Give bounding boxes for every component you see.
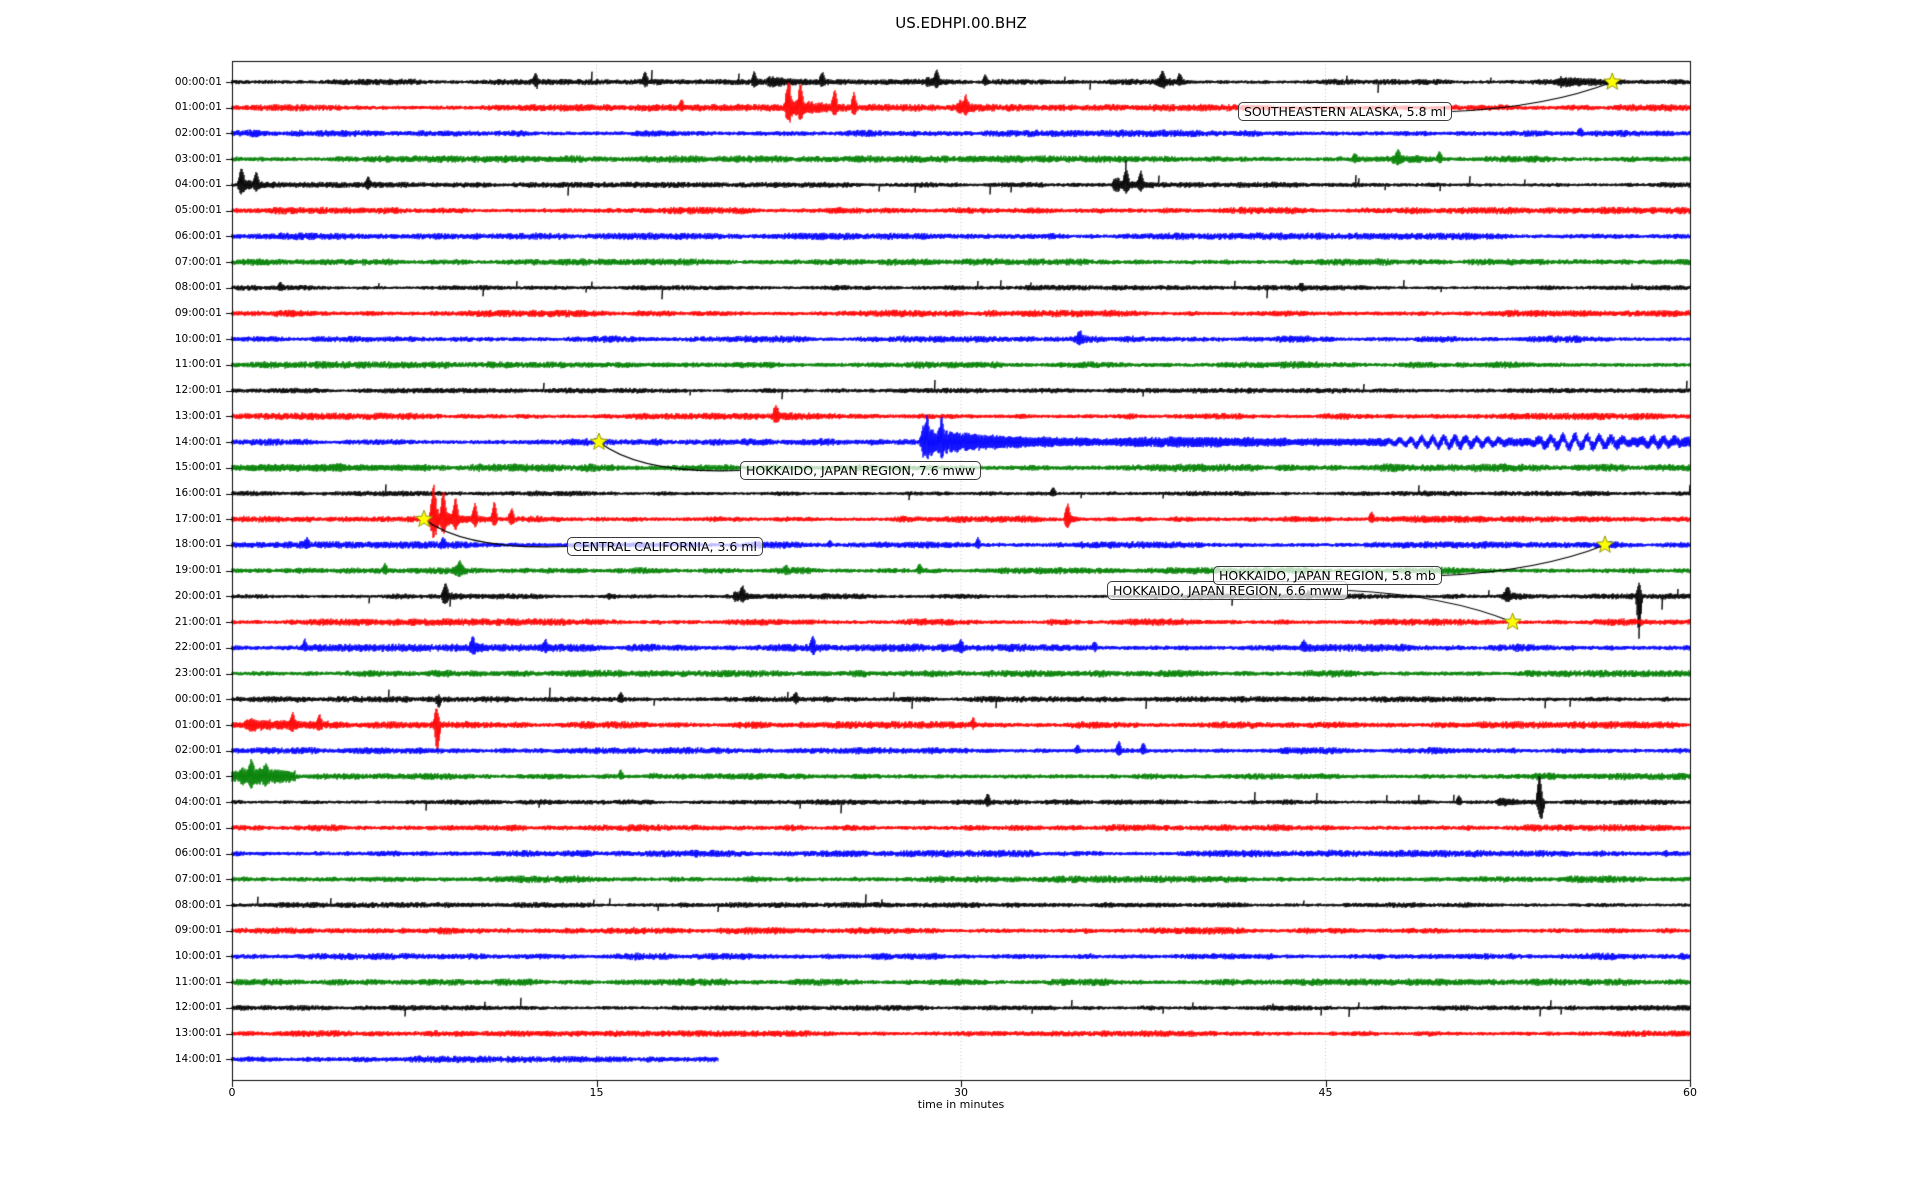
trace-time-label: 00:00:01 [174,692,222,705]
event-annotation: SOUTHEASTERN ALASKA, 5.8 ml [1238,102,1453,121]
trace-time-label: 22:00:01 [174,641,222,654]
trace-time-label: 08:00:01 [174,898,222,911]
plot-title: US.EDHPI.00.BHZ [895,14,1027,32]
trace-time-label: 16:00:01 [174,487,222,500]
trace-time-label: 10:00:01 [174,949,222,962]
trace-time-label: 14:00:01 [174,435,222,448]
trace-time-label: 01:00:01 [174,101,222,114]
trace-time-label: 03:00:01 [174,152,222,165]
trace-time-label: 04:00:01 [174,178,222,191]
trace-time-label: 18:00:01 [174,538,222,551]
trace-time-label: 12:00:01 [174,384,222,397]
trace-time-label: 17:00:01 [174,512,222,525]
trace-time-label: 12:00:01 [174,1001,222,1014]
seismogram-figure: US.EDHPI.00.BHZ 00:00:01 01:00:01 02:00:01… [0,0,1920,1200]
trace-time-label: 05:00:01 [174,821,222,834]
trace-time-label: 13:00:01 [174,1027,222,1040]
trace-time-label: 13:00:01 [174,409,222,422]
trace-time-label: 08:00:01 [174,281,222,294]
trace-time-label: 23:00:01 [174,667,222,680]
event-annotation: CENTRAL CALIFORNIA, 3.6 ml [567,537,763,556]
event-annotation: HOKKAIDO, JAPAN REGION, 5.8 mb [1213,566,1442,585]
trace-time-label: 03:00:01 [174,769,222,782]
trace-time-label: 01:00:01 [174,718,222,731]
event-annotation: HOKKAIDO, JAPAN REGION, 7.6 mww [740,461,982,480]
trace-time-label: 05:00:01 [174,204,222,217]
trace-time-label: 04:00:01 [174,795,222,808]
trace-time-label: 19:00:01 [174,564,222,577]
trace-time-label: 11:00:01 [174,975,222,988]
seismogram-canvas [0,0,1920,1200]
trace-time-label: 07:00:01 [174,255,222,268]
trace-time-label: 21:00:01 [174,615,222,628]
x-axis-label: time in minutes [917,1098,1005,1111]
trace-time-label: 09:00:01 [174,924,222,937]
trace-time-label: 06:00:01 [174,229,222,242]
trace-time-label: 15:00:01 [174,461,222,474]
trace-time-label: 11:00:01 [174,358,222,371]
trace-time-label: 02:00:01 [174,744,222,757]
trace-time-label: 20:00:01 [174,589,222,602]
trace-time-label: 02:00:01 [174,126,222,139]
trace-time-label: 06:00:01 [174,847,222,860]
trace-time-label: 00:00:01 [174,75,222,88]
trace-time-label: 14:00:01 [174,1052,222,1065]
trace-time-label: 10:00:01 [174,332,222,345]
trace-time-label: 07:00:01 [174,872,222,885]
trace-time-label: 09:00:01 [174,306,222,319]
